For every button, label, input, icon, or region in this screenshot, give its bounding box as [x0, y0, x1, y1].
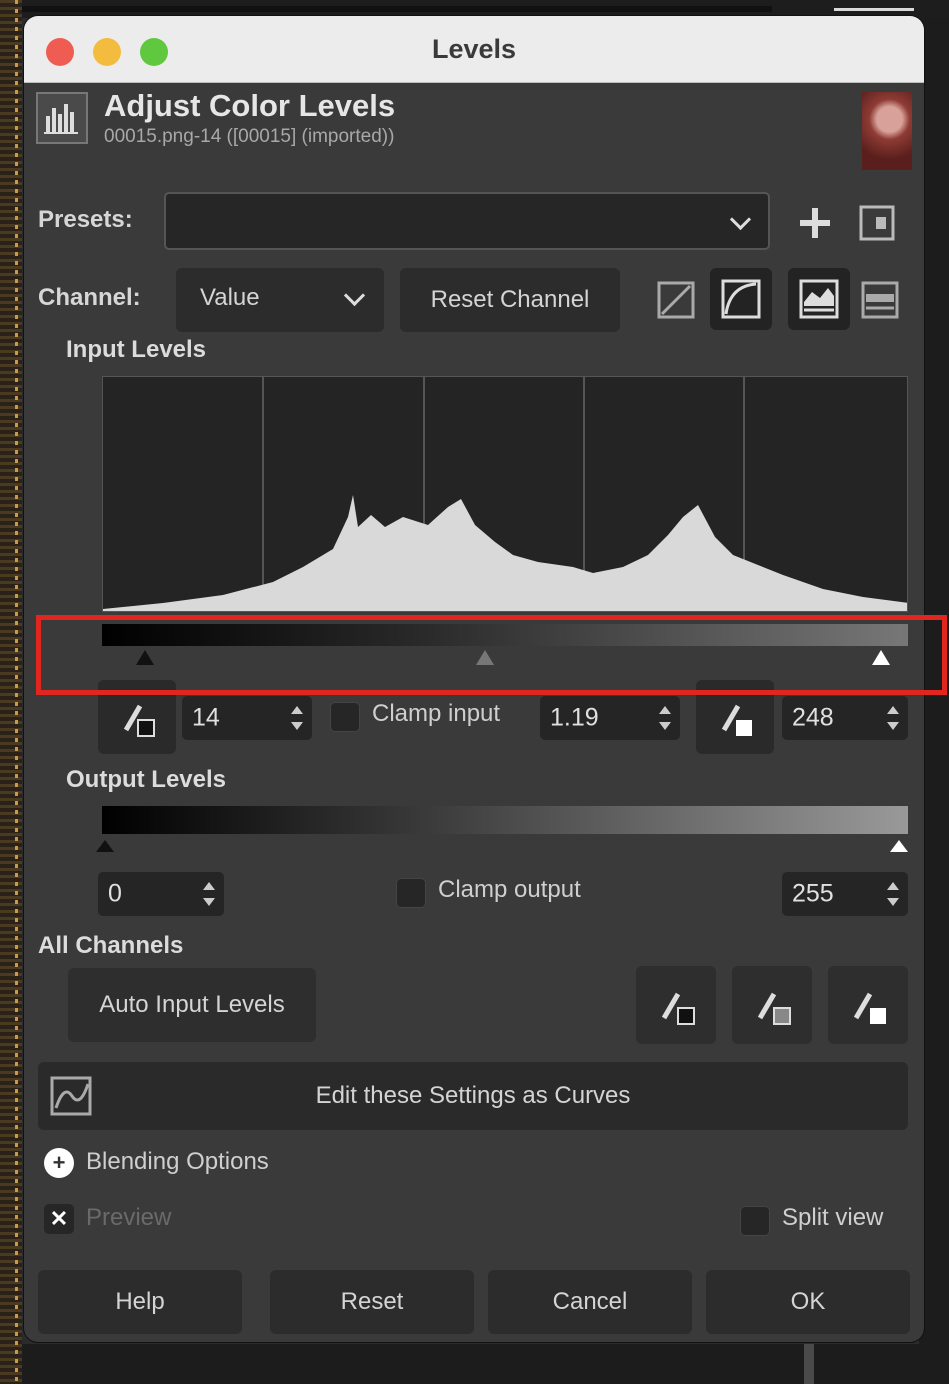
pick-black-point-button[interactable]: [98, 680, 176, 754]
input-gradient-bar: [102, 624, 908, 646]
output-high-value: 255: [792, 879, 834, 908]
chevron-down-icon: [729, 208, 752, 231]
white-point-slider-handle[interactable]: [872, 650, 890, 665]
black-point-spinner[interactable]: 14: [182, 696, 312, 740]
linear-histogram-icon[interactable]: [656, 280, 696, 320]
eyedropper-white-icon: [721, 704, 752, 736]
black-point-value: 14: [192, 703, 220, 732]
channel-combo[interactable]: Value: [176, 268, 384, 332]
chevron-down-icon: [343, 284, 366, 307]
split-view-label: Split view: [782, 1204, 884, 1231]
cancel-button[interactable]: Cancel: [488, 1270, 692, 1334]
levels-dialog: Levels Adjust Color Levels 00015.png-14 …: [24, 16, 924, 1342]
output-high-spinner[interactable]: 255: [782, 872, 908, 916]
window-title: Levels: [431, 34, 517, 64]
pick-gray-point-all-button[interactable]: [732, 966, 812, 1044]
blending-options-expander-icon[interactable]: +: [44, 1148, 74, 1178]
preview-checkbox[interactable]: ✕: [44, 1204, 74, 1234]
blending-options-label[interactable]: Blending Options: [86, 1148, 269, 1176]
clamp-output-checkbox[interactable]: [396, 878, 426, 908]
dialog-heading: Adjust Color Levels: [104, 88, 396, 123]
image-thumbnail: [862, 92, 912, 170]
background-bottom: [22, 1344, 949, 1384]
output-high-slider-handle[interactable]: [890, 840, 908, 852]
eyedropper-gray-icon: [757, 992, 791, 1025]
reset-button[interactable]: Reset: [270, 1270, 474, 1334]
edit-as-curves-button[interactable]: Edit these Settings as Curves: [38, 1062, 908, 1130]
white-point-spinner[interactable]: 248: [782, 696, 908, 740]
channel-value: Value: [200, 284, 260, 311]
reset-channel-button[interactable]: Reset Channel: [400, 268, 620, 332]
show-histogram-icon[interactable]: [788, 268, 850, 330]
preset-menu-icon[interactable]: [858, 204, 896, 242]
title-bar: Levels: [24, 16, 924, 83]
gamma-value: 1.19: [550, 703, 599, 732]
input-levels-heading: Input Levels: [66, 336, 207, 363]
output-low-value: 0: [108, 879, 122, 908]
curves-icon: [48, 1074, 96, 1118]
gamma-spinner[interactable]: 1.19: [540, 696, 680, 740]
background-left-edge: [0, 0, 22, 1384]
preview-label: Preview: [86, 1204, 172, 1231]
all-channels-heading: All Channels: [38, 932, 184, 959]
image-name: 00015.png-14 ([00015] (imported)): [104, 126, 395, 147]
clamp-output-label: Clamp output: [438, 876, 581, 903]
channel-label: Channel:: [38, 284, 141, 311]
add-preset-icon[interactable]: [794, 202, 836, 244]
help-button[interactable]: Help: [38, 1270, 242, 1334]
presets-label: Presets:: [38, 206, 133, 233]
presets-combo[interactable]: [164, 192, 770, 250]
white-point-value: 248: [792, 703, 834, 732]
eyedropper-white-icon: [853, 992, 886, 1024]
logarithmic-histogram-icon[interactable]: [710, 268, 772, 330]
output-low-spinner[interactable]: 0: [98, 872, 224, 916]
pick-white-point-button[interactable]: [696, 680, 774, 754]
output-low-slider-handle[interactable]: [96, 840, 114, 852]
edit-as-curves-label: Edit these Settings as Curves: [315, 1082, 631, 1109]
levels-histogram-icon: [36, 92, 88, 144]
pick-black-point-all-button[interactable]: [636, 966, 716, 1044]
eyedropper-black-icon: [661, 992, 695, 1025]
ok-button[interactable]: OK: [706, 1270, 910, 1334]
gamma-slider-handle[interactable]: [476, 650, 494, 665]
black-point-slider-handle[interactable]: [136, 650, 154, 665]
auto-input-levels-button[interactable]: Auto Input Levels: [68, 968, 316, 1042]
eyedropper-black-icon: [123, 704, 155, 737]
output-levels-heading: Output Levels: [66, 766, 227, 793]
pick-white-point-all-button[interactable]: [828, 966, 908, 1044]
histogram: [102, 376, 908, 612]
output-gradient-bar: [102, 806, 908, 834]
clamp-input-checkbox[interactable]: [330, 702, 360, 732]
histogram-bars-icon[interactable]: [860, 280, 900, 320]
clamp-input-label: Clamp input: [372, 700, 501, 727]
split-view-checkbox[interactable]: [740, 1206, 770, 1236]
histogram-curve: [103, 495, 907, 611]
